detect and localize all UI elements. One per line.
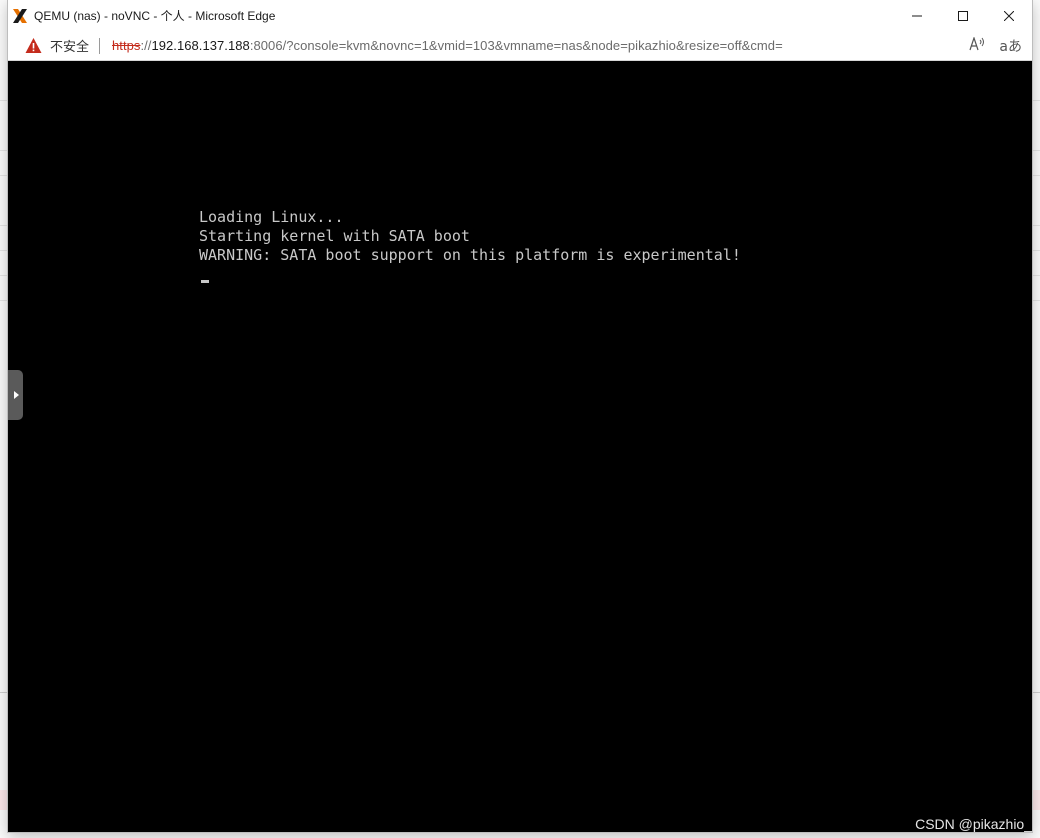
close-button[interactable] [986,0,1032,31]
console-output: Loading Linux... Starting kernel with SAT… [199,208,741,265]
close-icon [1004,10,1014,21]
address-divider [99,37,101,54]
minimize-button[interactable] [894,0,940,31]
maximize-button[interactable] [940,0,986,31]
url-host: 192.168.137.188 [151,38,250,53]
translate-icon[interactable]: aあ [999,36,1022,56]
window-controls [894,0,1032,31]
watermark: CSDN @pikazhio_ [915,816,1032,832]
url-scheme: https [112,38,141,53]
minimize-icon [912,15,922,16]
proxmox-x-icon [12,8,28,24]
address-bar: 不安全 https://192.168.137.188:8006/?consol… [8,31,1032,61]
url-separator: :// [140,38,152,53]
console-line: Loading Linux... [199,208,344,226]
not-secure-label[interactable]: 不安全 [50,36,89,55]
console-line: Starting kernel with SATA boot [199,227,470,245]
url-path: :8006/?console=kvm&novnc=1&vmid=103&vmna… [249,38,783,53]
chevron-right-icon [14,391,19,399]
browser-window: QEMU (nas) - noVNC - 个人 - Microsoft Edge… [8,0,1032,832]
url-text[interactable]: https://192.168.137.188:8006/?console=kv… [112,38,783,53]
read-aloud-icon[interactable] [969,35,985,55]
address-actions: aあ [969,31,1022,60]
window-title: QEMU (nas) - noVNC - 个人 - Microsoft Edge [34,9,276,23]
maximize-icon [958,10,968,21]
vnc-console[interactable]: Loading Linux... Starting kernel with SAT… [8,61,1032,832]
console-line: WARNING: SATA boot support on this platf… [199,246,741,264]
title-bar: QEMU (nas) - noVNC - 个人 - Microsoft Edge [8,0,1032,31]
text-cursor [201,280,209,283]
warning-icon[interactable] [25,37,42,54]
novnc-control-bar-handle[interactable] [8,370,23,420]
